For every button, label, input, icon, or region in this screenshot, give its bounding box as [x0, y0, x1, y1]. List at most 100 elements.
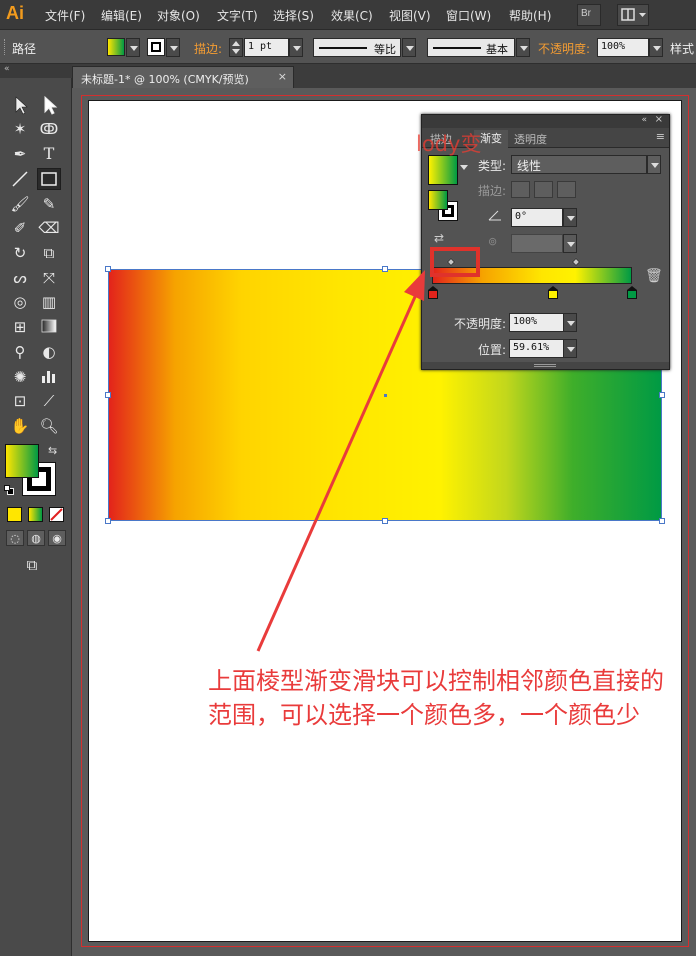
- stroke-along-button[interactable]: [534, 181, 553, 198]
- menu-help[interactable]: 帮助(H): [509, 7, 551, 24]
- zoom-tool-icon[interactable]: 🔍︎: [37, 415, 61, 437]
- stop-opacity-dropdown[interactable]: [563, 313, 577, 332]
- artboard-tool-icon[interactable]: ⊡: [8, 390, 32, 412]
- opacity-dropdown[interactable]: [649, 38, 663, 57]
- default-fill-stroke-icon[interactable]: [4, 485, 14, 495]
- gradient-tool-icon[interactable]: [37, 316, 61, 338]
- panel-grip-icon[interactable]: [534, 364, 556, 367]
- fill-color-swatch[interactable]: [5, 444, 39, 478]
- brush-definition[interactable]: 基本: [427, 38, 515, 57]
- panel-collapse-icon[interactable]: «: [641, 115, 647, 125]
- gradient-preview-swatch[interactable]: [428, 155, 458, 185]
- eyedropper-tool-icon[interactable]: ⚲: [8, 341, 32, 363]
- panel-close-icon[interactable]: ×: [655, 114, 663, 125]
- eraser-tool-icon[interactable]: ⌫: [37, 217, 61, 239]
- blob-brush-tool-icon[interactable]: ✐: [8, 217, 32, 239]
- location-field[interactable]: 59.61%: [509, 339, 564, 358]
- arrange-documents-button[interactable]: [617, 4, 649, 26]
- menu-window[interactable]: 窗口(W): [446, 7, 491, 24]
- shape-builder-tool-icon[interactable]: ◎: [8, 291, 32, 313]
- stroke-weight-stepper[interactable]: [229, 38, 243, 57]
- bbox-handle-bl[interactable]: [105, 518, 111, 524]
- color-mode-button[interactable]: [7, 507, 22, 522]
- bbox-handle-tm[interactable]: [382, 266, 388, 272]
- swap-fill-stroke-icon[interactable]: ⇆: [48, 444, 57, 457]
- gradient-stop-3[interactable]: [627, 286, 637, 299]
- draw-normal-icon[interactable]: ◌: [6, 530, 24, 546]
- menu-edit[interactable]: 编辑(E): [101, 7, 142, 24]
- draw-inside-icon[interactable]: ◉: [48, 530, 66, 546]
- magic-wand-tool-icon[interactable]: ✶: [8, 118, 32, 140]
- panel-menu-icon[interactable]: ≡: [656, 130, 665, 143]
- menu-select[interactable]: 选择(S): [273, 7, 314, 24]
- direct-selection-tool-icon[interactable]: [37, 94, 61, 116]
- variable-width-profile[interactable]: 等比: [313, 38, 401, 57]
- perspective-grid-tool-icon[interactable]: ▥: [37, 291, 61, 313]
- gradient-mode-button[interactable]: [28, 507, 43, 522]
- gradient-stop-1[interactable]: [428, 286, 438, 299]
- panel-fill-swatch[interactable]: [428, 190, 448, 210]
- collapse-icon[interactable]: «: [4, 64, 10, 74]
- menu-type[interactable]: 文字(T): [217, 7, 258, 24]
- type-dropdown[interactable]: [647, 155, 661, 174]
- symbol-sprayer-tool-icon[interactable]: ✺: [8, 366, 32, 388]
- stroke-within-button[interactable]: [511, 181, 530, 198]
- rectangle-tool-icon[interactable]: [37, 168, 61, 190]
- stroke-weight-field[interactable]: 1 pt: [244, 38, 289, 57]
- paintbrush-tool-icon[interactable]: 🖌: [8, 193, 32, 215]
- graph-tool-icon[interactable]: [37, 366, 61, 388]
- fill-swatch[interactable]: [107, 38, 125, 56]
- mesh-tool-icon[interactable]: ⊞: [8, 316, 32, 338]
- hand-tool-icon[interactable]: ✋: [8, 415, 32, 437]
- bbox-handle-tl[interactable]: [105, 266, 111, 272]
- rotate-tool-icon[interactable]: ↻: [8, 242, 32, 264]
- reverse-gradient-icon[interactable]: ⇄: [434, 231, 444, 245]
- scale-tool-icon[interactable]: ⧉: [37, 242, 61, 264]
- bridge-button[interactable]: Br: [577, 4, 601, 26]
- slice-tool-icon[interactable]: ⟋: [37, 390, 61, 412]
- screen-mode-icon[interactable]: ⧉: [20, 554, 44, 576]
- brush-dropdown[interactable]: [516, 38, 530, 57]
- stop-opacity-field[interactable]: 100%: [509, 313, 564, 332]
- opacity-field[interactable]: 100%: [597, 38, 649, 57]
- stroke-swatch[interactable]: [147, 38, 165, 56]
- fill-dropdown[interactable]: [126, 38, 140, 57]
- angle-dropdown[interactable]: [563, 208, 577, 227]
- selection-tool-icon[interactable]: [8, 94, 32, 116]
- blend-tool-icon[interactable]: ◐: [37, 341, 61, 363]
- style-label[interactable]: 样式: [670, 40, 694, 57]
- pencil-tool-icon[interactable]: ✎: [37, 193, 61, 215]
- lasso-tool-icon[interactable]: ↂ: [37, 118, 61, 140]
- menu-file[interactable]: 文件(F): [45, 7, 85, 24]
- location-dropdown[interactable]: [563, 339, 577, 358]
- type-select[interactable]: 线性: [511, 155, 647, 174]
- bbox-handle-bm[interactable]: [382, 518, 388, 524]
- free-transform-tool-icon[interactable]: ⤧: [37, 267, 61, 289]
- stroke-dropdown[interactable]: [166, 38, 180, 57]
- midpoint-diamond-right[interactable]: [571, 257, 581, 267]
- profile-dropdown[interactable]: [402, 38, 416, 57]
- close-tab-icon[interactable]: ×: [278, 70, 287, 83]
- menu-object[interactable]: 对象(O): [157, 7, 200, 24]
- menu-view[interactable]: 视图(V): [389, 7, 431, 24]
- stroke-label[interactable]: 描边:: [194, 40, 222, 57]
- warp-tool-icon[interactable]: ᔕ: [8, 267, 32, 289]
- draw-behind-icon[interactable]: ◍: [27, 530, 45, 546]
- pen-tool-icon[interactable]: ✒: [8, 143, 32, 165]
- preview-dropdown-icon[interactable]: [460, 165, 468, 171]
- line-tool-icon[interactable]: [8, 168, 32, 190]
- bbox-handle-br[interactable]: [659, 518, 665, 524]
- menu-effect[interactable]: 效果(C): [331, 7, 373, 24]
- tab-transparency[interactable]: 透明度: [514, 131, 547, 147]
- delete-stop-icon[interactable]: 🗑︎: [645, 268, 663, 284]
- type-tool-icon[interactable]: T: [37, 143, 61, 165]
- document-tab[interactable]: 未标题-1* @ 100% (CMYK/预览) ×: [72, 66, 294, 88]
- bbox-handle-mr[interactable]: [659, 392, 665, 398]
- gradient-stop-2[interactable]: [548, 286, 558, 299]
- opacity-label[interactable]: 不透明度:: [538, 40, 590, 57]
- none-mode-button[interactable]: [49, 507, 64, 522]
- angle-field[interactable]: 0°: [511, 208, 563, 227]
- stroke-across-button[interactable]: [557, 181, 576, 198]
- stroke-weight-dropdown[interactable]: [289, 38, 303, 57]
- bbox-handle-ml[interactable]: [105, 392, 111, 398]
